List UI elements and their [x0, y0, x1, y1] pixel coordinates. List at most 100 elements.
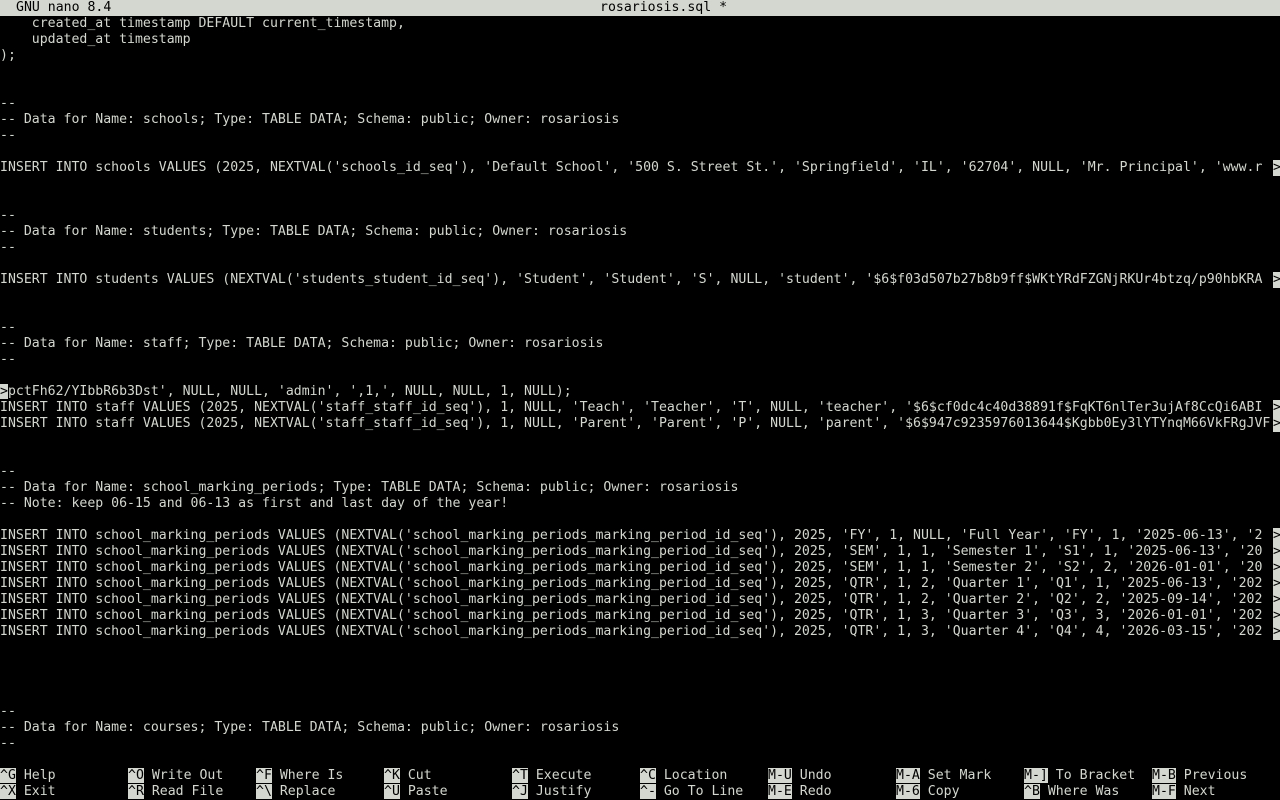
editor-line[interactable] [0, 144, 1280, 160]
shortcut-where-is[interactable]: ^F Where Is [256, 768, 343, 784]
shortcut-replace[interactable]: ^\ Replace [256, 784, 335, 800]
editor-line[interactable] [0, 192, 1280, 208]
shortcut-key: ^K [384, 768, 400, 783]
shortcut-undo[interactable]: M-U Undo [768, 768, 832, 784]
editor-line-text: -- Data for Name: courses; Type: TABLE D… [0, 720, 620, 735]
editor-line[interactable]: -- Data for Name: staff; Type: TABLE DAT… [0, 336, 1280, 352]
line-overflow-marker: > [1273, 624, 1280, 640]
editor-line[interactable] [0, 656, 1280, 672]
shortcut-label: Set Mark [927, 768, 992, 783]
editor-line[interactable] [0, 432, 1280, 448]
editor-line-text: INSERT INTO school_marking_periods VALUE… [0, 528, 1263, 543]
editor-line[interactable]: -- [0, 736, 1280, 752]
editor-line[interactable] [0, 752, 1280, 768]
editor-line[interactable] [0, 640, 1280, 656]
shortcut-help[interactable]: ^G Help [0, 768, 56, 784]
line-overflow-marker: > [1273, 416, 1280, 432]
shortcut-cut[interactable]: ^K Cut [384, 768, 432, 784]
shortcut-label: To Bracket [1055, 768, 1136, 783]
line-overflow-marker: > [1273, 400, 1280, 416]
shortcut-key: ^J [512, 784, 528, 799]
editor-line[interactable]: INSERT INTO school_marking_periods VALUE… [0, 624, 1280, 640]
editor-line[interactable]: -- Data for Name: courses; Type: TABLE D… [0, 720, 1280, 736]
text-editor-area[interactable]: created_at timestamp DEFAULT current_tim… [0, 16, 1280, 768]
editor-line-text: -- Note: keep 06-15 and 06-13 as first a… [0, 496, 509, 511]
editor-line[interactable]: INSERT INTO school_marking_periods VALUE… [0, 544, 1280, 560]
editor-line[interactable] [0, 448, 1280, 464]
shortcut-label: Previous [1183, 768, 1248, 783]
shortcut-where-was[interactable]: ^B Where Was [1024, 784, 1119, 800]
shortcut-to-bracket[interactable]: M-] To Bracket [1024, 768, 1135, 784]
editor-line[interactable]: -- [0, 128, 1280, 144]
editor-line[interactable] [0, 688, 1280, 704]
shortcut-label: Copy [927, 784, 960, 799]
editor-line[interactable] [0, 512, 1280, 528]
editor-line[interactable]: INSERT INTO school_marking_periods VALUE… [0, 560, 1280, 576]
shortcut-label: Location [663, 768, 728, 783]
editor-line[interactable] [0, 64, 1280, 80]
editor-line[interactable] [0, 176, 1280, 192]
shortcut-key: ^O [128, 768, 144, 783]
editor-line-text: INSERT INTO staff VALUES (2025, NEXTVAL(… [0, 400, 1263, 415]
editor-line[interactable]: INSERT INTO students VALUES (NEXTVAL('st… [0, 272, 1280, 288]
editor-line[interactable]: -- [0, 240, 1280, 256]
shortcut-spacer [144, 784, 152, 799]
editor-line[interactable] [0, 304, 1280, 320]
shortcut-label: Redo [799, 784, 832, 799]
editor-line[interactable]: INSERT INTO school_marking_periods VALUE… [0, 528, 1280, 544]
shortcut-paste[interactable]: ^U Paste [384, 784, 448, 800]
editor-line-text: -- [0, 464, 16, 479]
editor-line[interactable]: -- Data for Name: school_marking_periods… [0, 480, 1280, 496]
line-overflow-marker: > [1273, 560, 1280, 576]
shortcut-redo[interactable]: M-E Redo [768, 784, 832, 800]
editor-line-text: -- [0, 352, 16, 367]
shortcut-key: M-U [768, 768, 792, 783]
editor-line[interactable]: -- [0, 320, 1280, 336]
shortcut-write-out[interactable]: ^O Write Out [128, 768, 223, 784]
editor-line[interactable]: -- [0, 352, 1280, 368]
editor-line[interactable]: -- Data for Name: schools; Type: TABLE D… [0, 112, 1280, 128]
shortcut-execute[interactable]: ^T Execute [512, 768, 591, 784]
editor-line[interactable]: updated_at timestamp [0, 32, 1280, 48]
editor-line[interactable]: -- [0, 96, 1280, 112]
editor-line[interactable] [0, 288, 1280, 304]
editor-line[interactable]: -- Note: keep 06-15 and 06-13 as first a… [0, 496, 1280, 512]
editor-line[interactable] [0, 672, 1280, 688]
shortcut-key: ^B [1024, 784, 1040, 799]
shortcut-set-mark[interactable]: M-A Set Mark [896, 768, 991, 784]
editor-line[interactable]: INSERT INTO school_marking_periods VALUE… [0, 576, 1280, 592]
shortcut-next[interactable]: M-F Next [1152, 784, 1216, 800]
editor-line[interactable]: INSERT INTO school_marking_periods VALUE… [0, 608, 1280, 624]
shortcut-spacer [792, 784, 800, 799]
shortcut-justify[interactable]: ^J Justify [512, 784, 591, 800]
editor-line[interactable]: -- [0, 704, 1280, 720]
editor-line[interactable]: -- [0, 464, 1280, 480]
shortcut-spacer [920, 768, 928, 783]
shortcut-previous[interactable]: M-B Previous [1152, 768, 1247, 784]
editor-line[interactable]: INSERT INTO staff VALUES (2025, NEXTVAL(… [0, 400, 1280, 416]
editor-line[interactable] [0, 80, 1280, 96]
shortcut-bar: ^G Help ^X Exit ^O Write Out ^R Read File ^F… [0, 768, 1280, 800]
editor-line[interactable]: INSERT INTO staff VALUES (2025, NEXTVAL(… [0, 416, 1280, 432]
shortcut-spacer [656, 784, 664, 799]
shortcut-location[interactable]: ^C Location [640, 768, 727, 784]
editor-line[interactable] [0, 368, 1280, 384]
shortcut-spacer [1176, 784, 1184, 799]
shortcut-exit[interactable]: ^X Exit [0, 784, 56, 800]
editor-line[interactable]: -- [0, 208, 1280, 224]
editor-line-text: -- [0, 208, 16, 223]
editor-line[interactable]: INSERT INTO schools VALUES (2025, NEXTVA… [0, 160, 1280, 176]
editor-line[interactable]: ); [0, 48, 1280, 64]
editor-line-text: created_at timestamp DEFAULT current_tim… [0, 16, 405, 31]
shortcut-key: M-E [768, 784, 792, 799]
editor-line[interactable]: created_at timestamp DEFAULT current_tim… [0, 16, 1280, 32]
editor-line[interactable]: INSERT INTO school_marking_periods VALUE… [0, 592, 1280, 608]
shortcut-read-file[interactable]: ^R Read File [128, 784, 223, 800]
shortcut-key: M-6 [896, 784, 920, 799]
editor-line-text: INSERT INTO school_marking_periods VALUE… [0, 576, 1263, 591]
editor-line[interactable]: >pctFh62/YIbbR6b3Dst', NULL, NULL, 'admi… [0, 384, 1280, 400]
shortcut-copy[interactable]: M-6 Copy [896, 784, 960, 800]
editor-line[interactable]: -- Data for Name: students; Type: TABLE … [0, 224, 1280, 240]
editor-line[interactable] [0, 256, 1280, 272]
shortcut-go-to-line[interactable]: ^- Go To Line [640, 784, 743, 800]
